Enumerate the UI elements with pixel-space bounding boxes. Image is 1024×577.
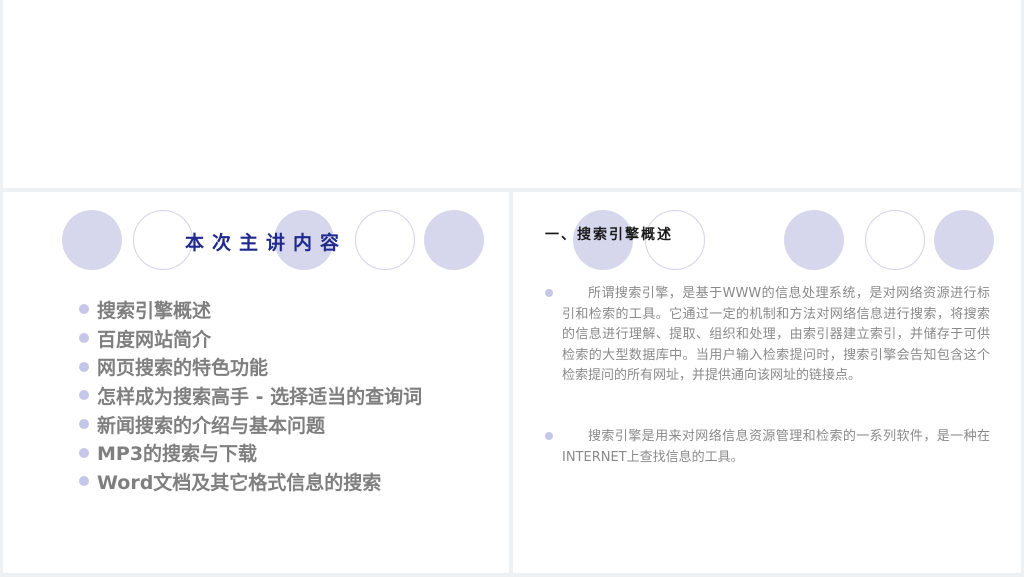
decor-circle-filled	[934, 210, 994, 270]
agenda-item-label: 搜索引擎概述	[97, 299, 212, 322]
left-slide-panel: 本次主讲内容 搜索引擎概述 百度网站简介 网页搜索的特色功能 怎样成为搜索高手 …	[3, 192, 509, 573]
agenda-item-label: 百度网站简介	[97, 328, 212, 351]
decor-circle-filled	[784, 210, 844, 270]
top-slide-panel	[3, 0, 1021, 188]
agenda-item-label: 网页搜索的特色功能	[97, 357, 269, 380]
agenda-item-label: 怎样成为搜索高手 - 选择适当的查询词	[97, 385, 423, 408]
body-paragraph-text: 所谓搜索引擎，是基于WWW的信息处理系统，是对网络资源进行标引和检索的工具。它通…	[562, 286, 990, 383]
bullet-icon	[79, 304, 89, 315]
agenda-item: MP3的搜索与下载	[79, 438, 422, 467]
decor-circle-filled	[424, 210, 484, 270]
section-title: 一、搜索引擎概述	[545, 227, 673, 243]
bullet-icon	[79, 419, 89, 430]
right-slide-panel: 一、搜索引擎概述 所谓搜索引擎，是基于WWW的信息处理系统，是对网络资源进行标引…	[513, 192, 1021, 573]
body-paragraph-text: 搜索引擎是用来对网络信息资源管理和检索的一系列软件，是一种在INTERNET上查…	[562, 429, 990, 465]
bullet-icon	[545, 289, 553, 297]
agenda-item: Word文档及其它格式信息的搜索	[79, 467, 422, 496]
bullet-icon	[545, 432, 553, 440]
agenda-item: 百度网站简介	[79, 324, 422, 353]
agenda-title: 本次主讲内容	[185, 232, 348, 254]
bullet-icon	[79, 447, 89, 458]
agenda-item: 怎样成为搜索高手 - 选择适当的查询词	[79, 381, 422, 410]
agenda-item-label: 新闻搜索的介绍与基本问题	[97, 414, 326, 437]
agenda-list: 搜索引擎概述 百度网站简介 网页搜索的特色功能 怎样成为搜索高手 - 选择适当的…	[79, 295, 422, 496]
body-paragraph: 搜索引擎是用来对网络信息资源管理和检索的一系列软件，是一种在INTERNET上查…	[545, 427, 990, 468]
agenda-item: 新闻搜索的介绍与基本问题	[79, 410, 422, 439]
bullet-icon	[79, 361, 89, 372]
bullet-icon	[79, 333, 89, 344]
agenda-item: 网页搜索的特色功能	[79, 352, 422, 381]
agenda-item-label: Word文档及其它格式信息的搜索	[97, 471, 382, 494]
decor-circle-outline	[133, 210, 193, 270]
agenda-item: 搜索引擎概述	[79, 295, 422, 324]
bullet-icon	[79, 390, 89, 401]
decor-circle-filled	[62, 210, 122, 270]
decor-circle-outline	[355, 210, 415, 270]
body-paragraph: 所谓搜索引擎，是基于WWW的信息处理系统，是对网络资源进行标引和检索的工具。它通…	[545, 284, 990, 387]
agenda-item-label: MP3的搜索与下载	[97, 443, 258, 466]
decor-circle-outline	[865, 210, 925, 270]
bullet-icon	[79, 476, 89, 487]
